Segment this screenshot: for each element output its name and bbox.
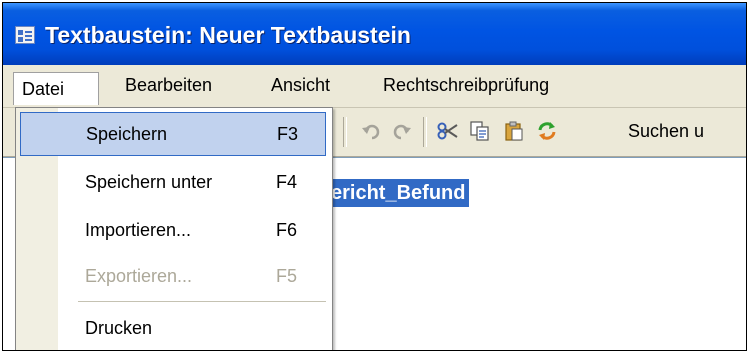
copy-icon[interactable]	[469, 120, 491, 142]
menu-separator	[78, 301, 326, 302]
menu-item-shortcut: F5	[276, 266, 298, 286]
selected-text[interactable]: ericht_Befund	[331, 179, 470, 207]
menu-item-label: Speichern unter	[85, 172, 213, 192]
menu-item-label: Drucken	[85, 318, 153, 338]
menu-ansicht[interactable]: Ansicht	[271, 72, 330, 98]
application-window: Textbaustein: Neuer Textbaustein Datei B…	[2, 2, 747, 351]
document-window-icon[interactable]	[15, 26, 35, 44]
menu-item-speichern[interactable]: Speichern F3	[20, 112, 326, 156]
search-replace-button[interactable]: Suchen u	[628, 121, 704, 142]
menu-item-shortcut: F4	[276, 172, 298, 192]
menu-item-speichern-unter[interactable]: Speichern unter F4	[20, 161, 326, 205]
menu-bar: Datei Bearbeiten Ansicht Rechtschreibprü…	[3, 65, 746, 108]
menu-item-importieren[interactable]: Importieren... F6	[20, 209, 326, 253]
undo-icon[interactable]	[360, 120, 382, 142]
menu-item-exportieren: Exportieren... F5	[20, 255, 326, 299]
menu-item-shortcut: F3	[277, 124, 299, 144]
menu-item-shortcut: F6	[276, 220, 298, 240]
replace-icon[interactable]	[536, 120, 558, 142]
toolbar-separator	[423, 117, 427, 147]
title-bar[interactable]: Textbaustein: Neuer Textbaustein	[3, 3, 746, 65]
toolbar-separator	[343, 117, 347, 147]
menu-datei[interactable]: Datei	[13, 72, 99, 105]
menu-item-label: Exportieren...	[85, 266, 193, 286]
window-title: Textbaustein: Neuer Textbaustein	[45, 22, 411, 48]
menu-item-label: Importieren...	[85, 220, 192, 240]
menu-item-drucken[interactable]: Drucken	[20, 307, 326, 350]
menu-rechtschreibpruefung[interactable]: Rechtschreibprüfung	[383, 72, 549, 98]
file-menu-dropdown: Speichern F3 Speichern unter F4 Importie…	[15, 107, 333, 350]
cut-icon[interactable]	[437, 120, 459, 142]
menu-item-label: Speichern	[86, 124, 168, 144]
paste-icon[interactable]	[503, 120, 525, 142]
menu-bearbeiten[interactable]: Bearbeiten	[125, 72, 212, 98]
menu-datei-label: Datei	[22, 79, 65, 99]
redo-icon[interactable]	[391, 120, 413, 142]
